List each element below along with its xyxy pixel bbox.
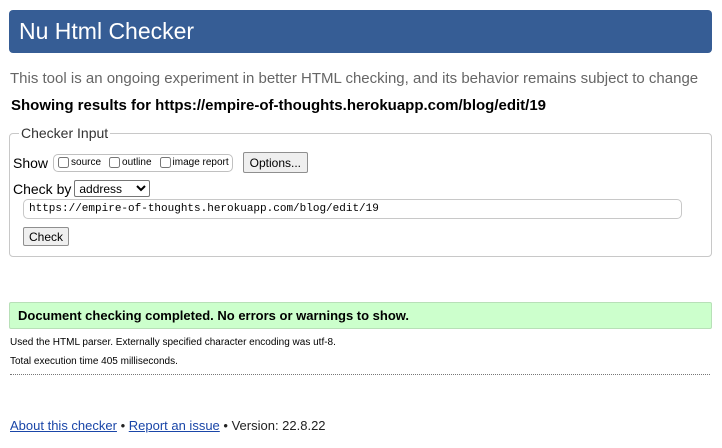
source-label: source xyxy=(71,157,102,168)
report-issue-link[interactable]: Report an issue xyxy=(129,418,220,433)
tagline: This tool is an ongoing experiment in be… xyxy=(10,70,699,87)
footer-separator: • xyxy=(219,418,232,433)
show-image-report-option[interactable]: image report xyxy=(159,157,229,168)
source-checkbox[interactable] xyxy=(58,157,70,168)
options-button[interactable]: Options... xyxy=(242,152,309,173)
check-by-row: Check by address xyxy=(13,180,151,197)
outline-label: outline xyxy=(122,157,152,168)
outline-checkbox[interactable] xyxy=(109,157,121,168)
about-checker-link[interactable]: About this checker xyxy=(10,418,117,433)
footer-separator: • xyxy=(116,418,129,433)
execution-time: Total execution time 405 milliseconds. xyxy=(10,356,178,367)
image-report-checkbox[interactable] xyxy=(159,157,171,168)
show-options-group: source outline image report xyxy=(53,153,233,172)
results-heading: Showing results for https://empire-of-th… xyxy=(11,97,547,114)
check-button[interactable]: Check xyxy=(23,227,70,246)
page-title: Nu Html Checker xyxy=(19,18,195,44)
footer: About this checker • Report an issue • V… xyxy=(10,418,326,433)
url-input[interactable] xyxy=(23,199,682,219)
show-label: Show xyxy=(13,154,49,171)
show-row: Show source outline image report Options… xyxy=(13,152,309,173)
success-message: Document checking completed. No errors o… xyxy=(9,302,712,329)
image-report-label: image report xyxy=(172,157,229,168)
check-by-label: Check by xyxy=(13,180,72,197)
parser-info: Used the HTML parser. Externally specifi… xyxy=(10,337,336,348)
check-by-select[interactable]: address xyxy=(74,180,151,197)
show-source-option[interactable]: source xyxy=(58,157,101,168)
version-text: Version: 22.8.22 xyxy=(231,418,326,433)
checker-input-legend: Checker Input xyxy=(21,125,109,141)
divider xyxy=(10,374,710,375)
header-bar: Nu Html Checker xyxy=(9,10,712,53)
show-outline-option[interactable]: outline xyxy=(109,157,152,168)
